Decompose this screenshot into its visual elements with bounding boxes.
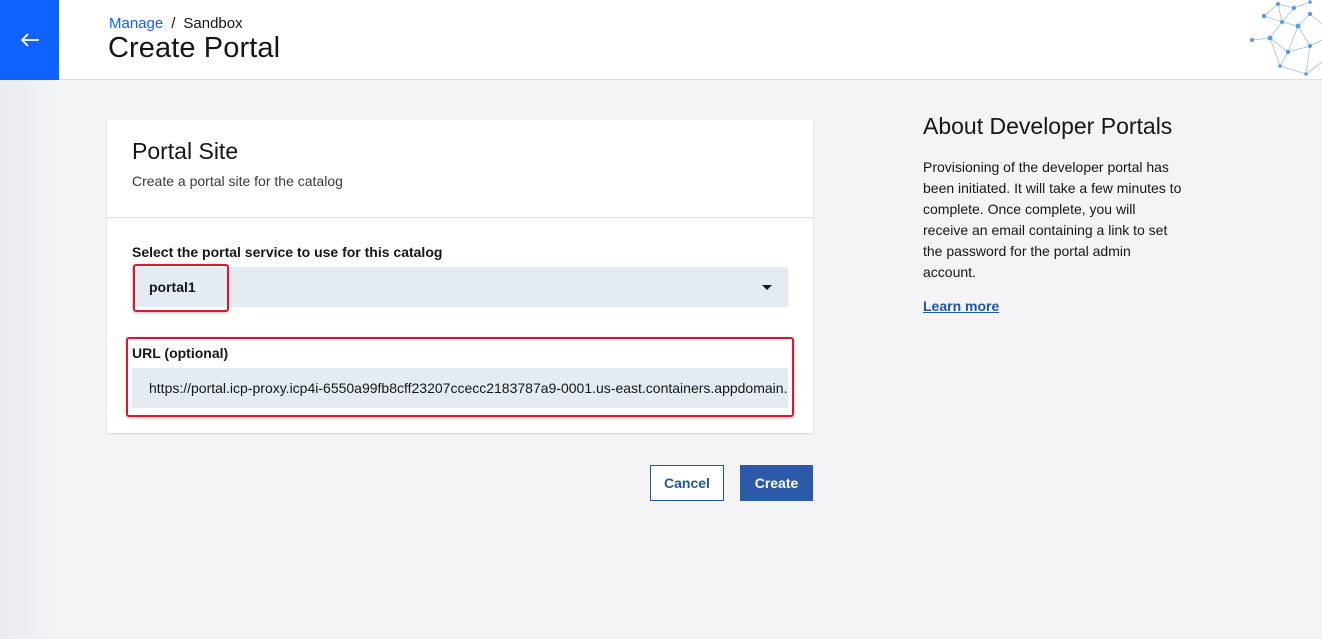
about-description: Provisioning of the developer portal has… bbox=[923, 159, 1182, 280]
card-title: Portal Site bbox=[132, 138, 239, 164]
card-divider bbox=[107, 217, 813, 218]
about-title: About Developer Portals bbox=[923, 113, 1173, 139]
breadcrumb-current: Sandbox bbox=[183, 15, 243, 32]
caret-down-icon bbox=[762, 285, 772, 290]
network-graphic-icon bbox=[1250, 0, 1322, 76]
page-title: Create Portal bbox=[108, 32, 281, 64]
back-button[interactable] bbox=[0, 0, 59, 80]
page-header: Manage / Sandbox Create Portal bbox=[0, 0, 1322, 80]
cancel-button[interactable]: Cancel bbox=[650, 465, 724, 501]
breadcrumb: Manage / Sandbox bbox=[109, 15, 243, 32]
card-subtitle: Create a portal site for the catalog bbox=[132, 173, 343, 189]
arrow-left-icon bbox=[20, 33, 39, 47]
learn-more-link[interactable]: Learn more bbox=[923, 298, 999, 314]
highlight-annotation-portal-select bbox=[133, 264, 229, 312]
portal-service-label: Select the portal service to use for thi… bbox=[132, 244, 443, 260]
breadcrumb-separator: / bbox=[171, 15, 176, 32]
breadcrumb-manage-link[interactable]: Manage bbox=[109, 15, 163, 32]
highlight-annotation-url-field bbox=[126, 337, 794, 417]
portal-service-select[interactable]: portal1 bbox=[132, 267, 788, 307]
create-button[interactable]: Create bbox=[740, 465, 813, 501]
